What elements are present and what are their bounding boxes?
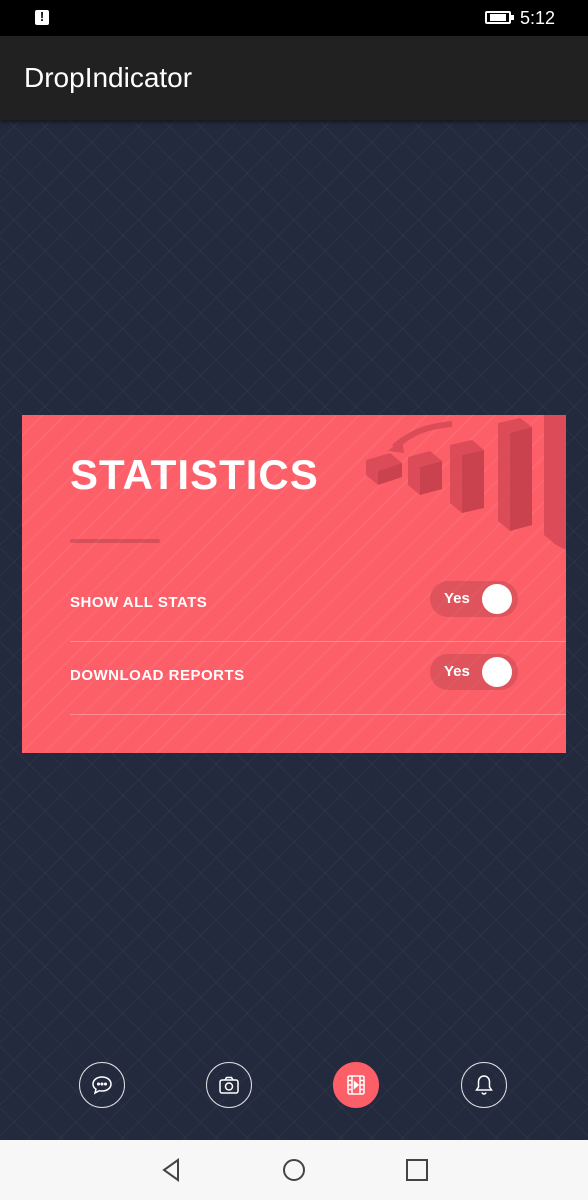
title-underline: [70, 539, 160, 543]
download-reports-toggle[interactable]: Yes: [430, 654, 518, 690]
battery-charging-icon: [485, 11, 514, 24]
status-bar: 5:12: [0, 0, 588, 36]
statistics-card: STATISTICS SHOW ALL STATS Yes DOWNLOAD R…: [22, 415, 566, 753]
toggle-knob: [482, 584, 512, 614]
chat-button[interactable]: [79, 1062, 125, 1108]
setting-row-show-all-stats: SHOW ALL STATS Yes: [70, 570, 566, 642]
card-title: STATISTICS: [70, 451, 319, 498]
bar-chart-icon: [366, 415, 566, 550]
film-button[interactable]: [333, 1062, 379, 1108]
alert-icon: [35, 9, 49, 25]
home-icon[interactable]: [281, 1157, 307, 1183]
setting-row-download-reports: DOWNLOAD REPORTS Yes: [70, 643, 566, 715]
toggle-knob: [482, 657, 512, 687]
bell-icon: [475, 1075, 493, 1095]
setting-label: SHOW ALL STATS: [70, 594, 208, 611]
recents-icon[interactable]: [404, 1157, 430, 1183]
camera-icon: [219, 1076, 239, 1094]
back-icon[interactable]: [158, 1157, 184, 1183]
film-icon: [347, 1075, 365, 1095]
app-bar: DropIndicator: [0, 36, 588, 120]
setting-label: DOWNLOAD REPORTS: [70, 667, 245, 684]
toggle-text: Yes: [444, 663, 470, 680]
chat-bubble-icon: [92, 1076, 112, 1095]
notifications-button[interactable]: [461, 1062, 507, 1108]
show-all-stats-toggle[interactable]: Yes: [430, 581, 518, 617]
camera-button[interactable]: [206, 1062, 252, 1108]
status-time: 5:12: [520, 8, 556, 28]
toggle-text: Yes: [444, 590, 470, 607]
system-nav-bar: [0, 1140, 588, 1200]
app-title: DropIndicator: [24, 62, 193, 93]
